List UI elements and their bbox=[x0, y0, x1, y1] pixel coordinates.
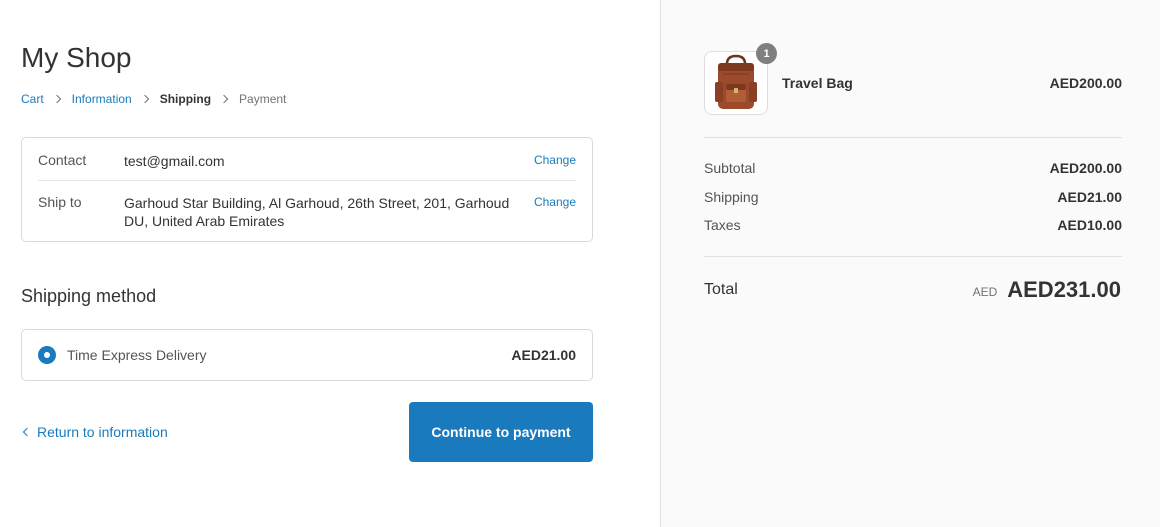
chevron-left-icon bbox=[22, 427, 32, 437]
divider bbox=[704, 256, 1122, 257]
contact-label: Contact bbox=[38, 152, 87, 168]
order-summary: 1 Travel Bag AED200.00 Subtotal AED200.0… bbox=[660, 0, 1160, 527]
shipping-method-name: Time Express Delivery bbox=[67, 347, 207, 363]
shop-title: My Shop bbox=[21, 42, 132, 73]
contact-row: Contact test@gmail.com Change bbox=[38, 152, 576, 170]
radio-selected[interactable] bbox=[38, 346, 56, 364]
change-contact-link[interactable]: Change bbox=[534, 153, 576, 167]
total-amount: AED AED231.00 bbox=[973, 277, 1121, 303]
breadcrumb-cart[interactable]: Cart bbox=[21, 92, 44, 106]
shipping-row: Shipping AED21.00 bbox=[704, 189, 1122, 205]
taxes-label: Taxes bbox=[704, 217, 741, 233]
subtotal-label: Subtotal bbox=[704, 160, 756, 176]
chevron-right-icon bbox=[140, 94, 149, 104]
chevron-right-icon bbox=[52, 94, 61, 104]
shipping-method-option[interactable]: Time Express Delivery AED21.00 bbox=[21, 329, 593, 381]
shipping-method-title: Shipping method bbox=[21, 286, 157, 306]
breadcrumb-shipping: Shipping bbox=[159, 92, 212, 106]
return-label: Return to information bbox=[37, 424, 168, 440]
subtotal-value: AED200.00 bbox=[1049, 160, 1122, 176]
quantity-badge: 1 bbox=[756, 43, 777, 64]
product-thumbnail: 1 bbox=[704, 43, 777, 115]
breadcrumb-information[interactable]: Information bbox=[72, 92, 132, 106]
shipping-label: Shipping bbox=[704, 189, 759, 205]
subtotal-row: Subtotal AED200.00 bbox=[704, 160, 1122, 176]
product-price: AED200.00 bbox=[1049, 75, 1122, 91]
shipping-value: AED21.00 bbox=[1057, 189, 1122, 205]
shipping-method-price: AED21.00 bbox=[511, 347, 576, 363]
ship-to-row: Ship to Garhoud Star Building, Al Garhou… bbox=[38, 194, 576, 230]
product-line: 1 Travel Bag AED200.00 bbox=[704, 43, 1122, 115]
taxes-row: Taxes AED10.00 bbox=[704, 217, 1122, 233]
travel-bag-image bbox=[715, 54, 757, 109]
review-block: Contact test@gmail.com Change Ship to Ga… bbox=[21, 137, 593, 242]
breadcrumb-payment: Payment bbox=[239, 92, 287, 106]
total-value: AED231.00 bbox=[1007, 277, 1121, 302]
total-currency: AED bbox=[972, 284, 998, 299]
taxes-value: AED10.00 bbox=[1057, 217, 1122, 233]
ship-to-value: Garhoud Star Building, Al Garhoud, 26th … bbox=[124, 195, 510, 229]
contact-value: test@gmail.com bbox=[124, 153, 225, 169]
product-name: Travel Bag bbox=[782, 75, 853, 91]
divider bbox=[38, 180, 576, 181]
return-to-information-link[interactable]: Return to information bbox=[21, 424, 168, 440]
ship-to-label: Ship to bbox=[38, 194, 82, 210]
breadcrumb: Cart Information Shipping Payment bbox=[21, 92, 286, 106]
total-label: Total bbox=[704, 281, 738, 298]
divider bbox=[704, 137, 1122, 138]
chevron-right-icon bbox=[219, 94, 229, 104]
checkout-main: My Shop Cart Information Shipping Paymen… bbox=[0, 0, 660, 527]
continue-to-payment-button[interactable]: Continue to payment bbox=[409, 402, 593, 462]
change-ship-to-link[interactable]: Change bbox=[534, 195, 576, 209]
